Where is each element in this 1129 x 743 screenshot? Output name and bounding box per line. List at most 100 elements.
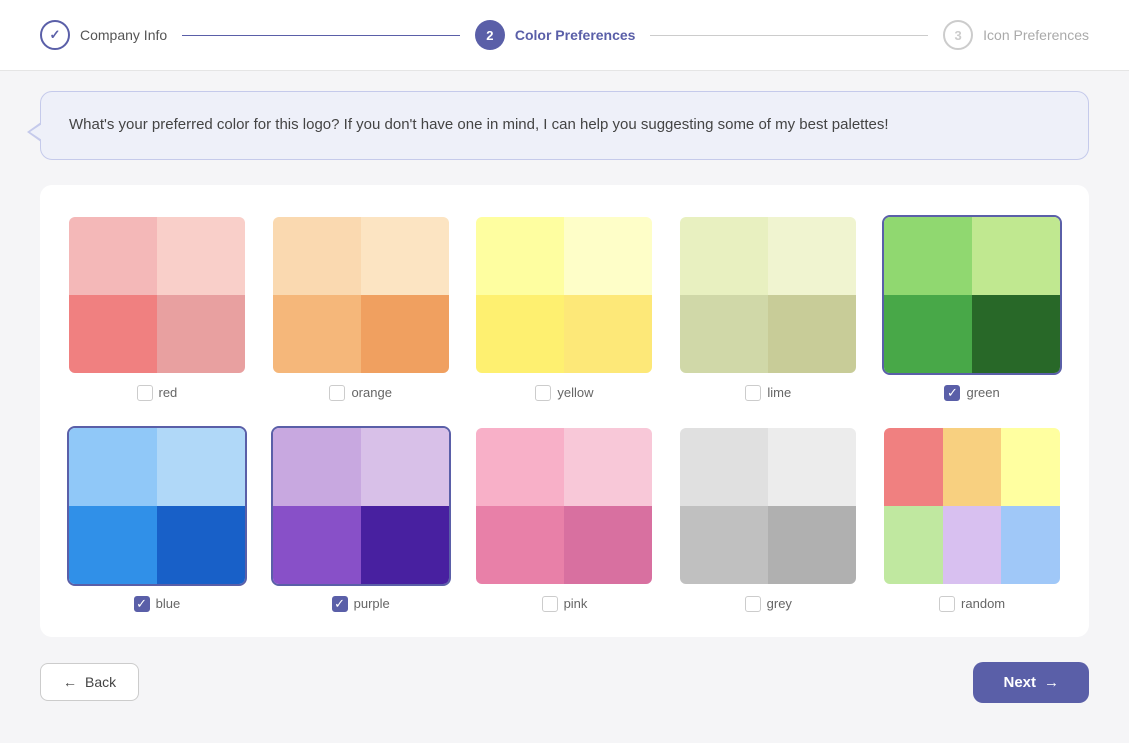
step-icon-preferences: 3 Icon Preferences bbox=[943, 20, 1089, 50]
palette-swatch-blue bbox=[67, 426, 247, 586]
stepper: ✓ Company Info 2 Color Preferences 3 Ico… bbox=[0, 0, 1129, 71]
swatch-cell bbox=[273, 506, 361, 584]
swatch-cell bbox=[943, 428, 1002, 506]
swatch-cell bbox=[943, 506, 1002, 584]
palette-swatch-orange bbox=[271, 215, 451, 375]
palette-label-green: ✓ green bbox=[944, 385, 999, 401]
step-line-1 bbox=[182, 35, 460, 36]
palette-grid: red orange yellow lime ✓ green ✓ blue ✓ purple pin… bbox=[65, 215, 1064, 612]
swatch-cell bbox=[361, 428, 449, 506]
swatch-cell bbox=[564, 217, 652, 295]
swatch-cell bbox=[884, 295, 972, 373]
palette-name-green: green bbox=[966, 385, 999, 400]
swatch-cell bbox=[768, 217, 856, 295]
palette-label-pink: pink bbox=[542, 596, 588, 612]
palette-name-pink: pink bbox=[564, 596, 588, 611]
palette-item-blue[interactable]: ✓ blue bbox=[65, 426, 249, 612]
swatch-cell bbox=[157, 428, 245, 506]
palette-label-blue: ✓ blue bbox=[134, 596, 181, 612]
back-label: Back bbox=[85, 674, 116, 690]
swatch-cell bbox=[564, 428, 652, 506]
checkbox-purple[interactable]: ✓ bbox=[332, 596, 348, 612]
swatch-cell bbox=[972, 217, 1060, 295]
next-button[interactable]: Next → bbox=[973, 662, 1089, 703]
swatch-cell bbox=[564, 295, 652, 373]
palette-item-yellow[interactable]: yellow bbox=[473, 215, 657, 401]
palette-item-random[interactable]: random bbox=[880, 426, 1064, 612]
palette-item-red[interactable]: red bbox=[65, 215, 249, 401]
swatch-cell bbox=[476, 295, 564, 373]
swatch-cell bbox=[361, 295, 449, 373]
palette-name-blue: blue bbox=[156, 596, 181, 611]
step-label-company-info: Company Info bbox=[80, 27, 167, 43]
swatch-cell bbox=[884, 428, 943, 506]
palette-item-orange[interactable]: orange bbox=[269, 215, 453, 401]
palette-swatch-yellow bbox=[474, 215, 654, 375]
swatch-cell bbox=[476, 217, 564, 295]
palette-name-random: random bbox=[961, 596, 1005, 611]
swatch-cell bbox=[157, 295, 245, 373]
palette-item-purple[interactable]: ✓ purple bbox=[269, 426, 453, 612]
checkbox-grey[interactable] bbox=[745, 596, 761, 612]
swatch-cell bbox=[680, 295, 768, 373]
checkbox-red[interactable] bbox=[137, 385, 153, 401]
palette-swatch-purple bbox=[271, 426, 451, 586]
swatch-cell bbox=[1001, 506, 1060, 584]
swatch-cell bbox=[768, 506, 856, 584]
back-button[interactable]: ← Back bbox=[40, 663, 139, 701]
step-line-2 bbox=[650, 35, 928, 36]
palette-swatch-random bbox=[882, 426, 1062, 586]
palette-label-orange: orange bbox=[329, 385, 391, 401]
palette-swatch-grey bbox=[678, 426, 858, 586]
palette-name-purple: purple bbox=[354, 596, 390, 611]
main-content: What's your preferred color for this log… bbox=[0, 71, 1129, 743]
palette-name-lime: lime bbox=[767, 385, 791, 400]
palette-container: red orange yellow lime ✓ green ✓ blue ✓ purple pin… bbox=[40, 185, 1089, 637]
checkbox-blue[interactable]: ✓ bbox=[134, 596, 150, 612]
checkbox-pink[interactable] bbox=[542, 596, 558, 612]
step-label-icon-preferences: Icon Preferences bbox=[983, 27, 1089, 43]
palette-item-pink[interactable]: pink bbox=[473, 426, 657, 612]
palette-label-grey: grey bbox=[745, 596, 792, 612]
palette-name-orange: orange bbox=[351, 385, 391, 400]
palette-item-green[interactable]: ✓ green bbox=[880, 215, 1064, 401]
swatch-cell bbox=[157, 506, 245, 584]
swatch-cell bbox=[564, 506, 652, 584]
swatch-cell bbox=[680, 506, 768, 584]
palette-name-red: red bbox=[159, 385, 178, 400]
checkbox-lime[interactable] bbox=[745, 385, 761, 401]
swatch-cell bbox=[69, 428, 157, 506]
palette-swatch-lime bbox=[678, 215, 858, 375]
step-circle-color-preferences: 2 bbox=[475, 20, 505, 50]
swatch-cell bbox=[972, 295, 1060, 373]
swatch-cell bbox=[884, 506, 943, 584]
chat-bubble: What's your preferred color for this log… bbox=[40, 91, 1089, 160]
swatch-cell bbox=[273, 217, 361, 295]
swatch-cell bbox=[476, 428, 564, 506]
swatch-cell bbox=[884, 217, 972, 295]
palette-label-red: red bbox=[137, 385, 178, 401]
checkbox-random[interactable] bbox=[939, 596, 955, 612]
palette-label-yellow: yellow bbox=[535, 385, 593, 401]
palette-swatch-green bbox=[882, 215, 1062, 375]
swatch-cell bbox=[680, 217, 768, 295]
step-color-preferences: 2 Color Preferences bbox=[475, 20, 636, 50]
swatch-cell bbox=[361, 217, 449, 295]
checkbox-green[interactable]: ✓ bbox=[944, 385, 960, 401]
swatch-cell bbox=[273, 295, 361, 373]
palette-item-lime[interactable]: lime bbox=[676, 215, 860, 401]
next-arrow-icon: → bbox=[1044, 674, 1059, 691]
step-circle-company-info: ✓ bbox=[40, 20, 70, 50]
step-company-info: ✓ Company Info bbox=[40, 20, 167, 50]
swatch-cell bbox=[69, 295, 157, 373]
swatch-cell bbox=[1001, 428, 1060, 506]
checkbox-orange[interactable] bbox=[329, 385, 345, 401]
swatch-cell bbox=[273, 428, 361, 506]
palette-label-purple: ✓ purple bbox=[332, 596, 390, 612]
palette-name-grey: grey bbox=[767, 596, 792, 611]
swatch-cell bbox=[768, 428, 856, 506]
swatch-cell bbox=[768, 295, 856, 373]
checkbox-yellow[interactable] bbox=[535, 385, 551, 401]
footer: ← Back Next → bbox=[40, 662, 1089, 713]
palette-item-grey[interactable]: grey bbox=[676, 426, 860, 612]
